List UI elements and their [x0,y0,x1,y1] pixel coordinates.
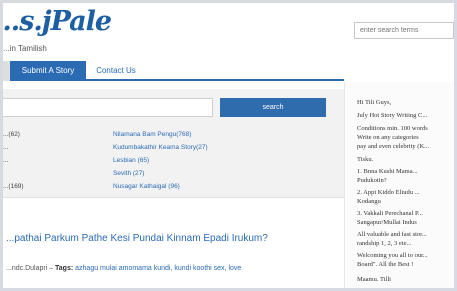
sidebar-line: 2. Appi Kiddo Eliudu ... [357,189,420,196]
site-tagline: ...in Tamilish [3,44,47,53]
search-panel: search ...(62) Nilamana Bam Pengu(768) .… [0,89,344,198]
category-left-1[interactable]: ...(62) [3,131,20,138]
sidebar-line: Tisku. [357,156,374,163]
nav-home-tab[interactable] [0,61,10,81]
sidebar-line: Sangapur/Mullai Indus [357,219,417,226]
site-logo[interactable]: ...s.jPale [0,6,112,37]
sidebar-line: Maamu. Tilli [357,276,391,283]
tags-label: Tags: [55,265,74,272]
main-nav: Submit A Story Contact Us [0,61,344,81]
sidebar: Hi Tili Guys, July Hot Story Writing C..… [344,82,457,291]
sidebar-line: Conditions min. 100 words [357,125,428,132]
sidebar-line: Hi Tili Guys, [357,99,392,106]
category-right-2[interactable]: Kudumbakathir Keama Story(27) [113,144,208,151]
sidebar-line: Board". All the Best ! [357,261,414,268]
category-left-4[interactable]: ...(169) [3,183,24,190]
category-left-2[interactable]: ... [3,144,8,151]
nav-submit-story[interactable]: Submit A Story [10,61,86,81]
post-meta: ...ndc.Dulapri – Tags: azhagu mulai amom… [6,265,241,272]
sidebar-line: Write on any categories [357,134,419,141]
category-right-1[interactable]: Nilamana Bam Pengu(768) [113,131,191,138]
sidebar-line: July Hot Story Writing C... [357,112,428,119]
search-panel-input[interactable] [0,98,213,117]
sidebar-line: Kodangu [357,198,381,205]
search-button[interactable]: search [220,98,326,117]
site-search-input[interactable] [354,22,454,39]
sidebar-line: All valuable and fast stor... [357,231,427,238]
sidebar-line: Pudukotin? [357,177,387,184]
nav-contact-us[interactable]: Contact Us [86,61,146,81]
post-tags[interactable]: azhagu mulai amomama kundi, kundi koothi… [75,265,241,272]
category-left-3[interactable]: ... [3,157,8,164]
sidebar-line: 1. Bnna Kushi Mama... [357,168,418,175]
sidebar-line: pay and even celebrity (K... [357,143,430,150]
post-title-link[interactable]: ...pathai Parkum Pathe Kesi Pundai Kinna… [6,233,268,244]
sidebar-line: randship 1, 2, 3 ete... [357,240,412,247]
category-right-3[interactable]: Lesbian (65) [113,157,149,164]
post-author[interactable]: ...ndc.Dulapri – [6,265,55,272]
sidebar-line: 3. Vakkali Perechanal P... [357,210,423,217]
category-right-4[interactable]: Sevith (27) [113,170,144,177]
sidebar-line: Welcoming you all to our... [357,252,428,259]
category-right-5[interactable]: Nusagar Kathaigal (96) [113,183,180,190]
